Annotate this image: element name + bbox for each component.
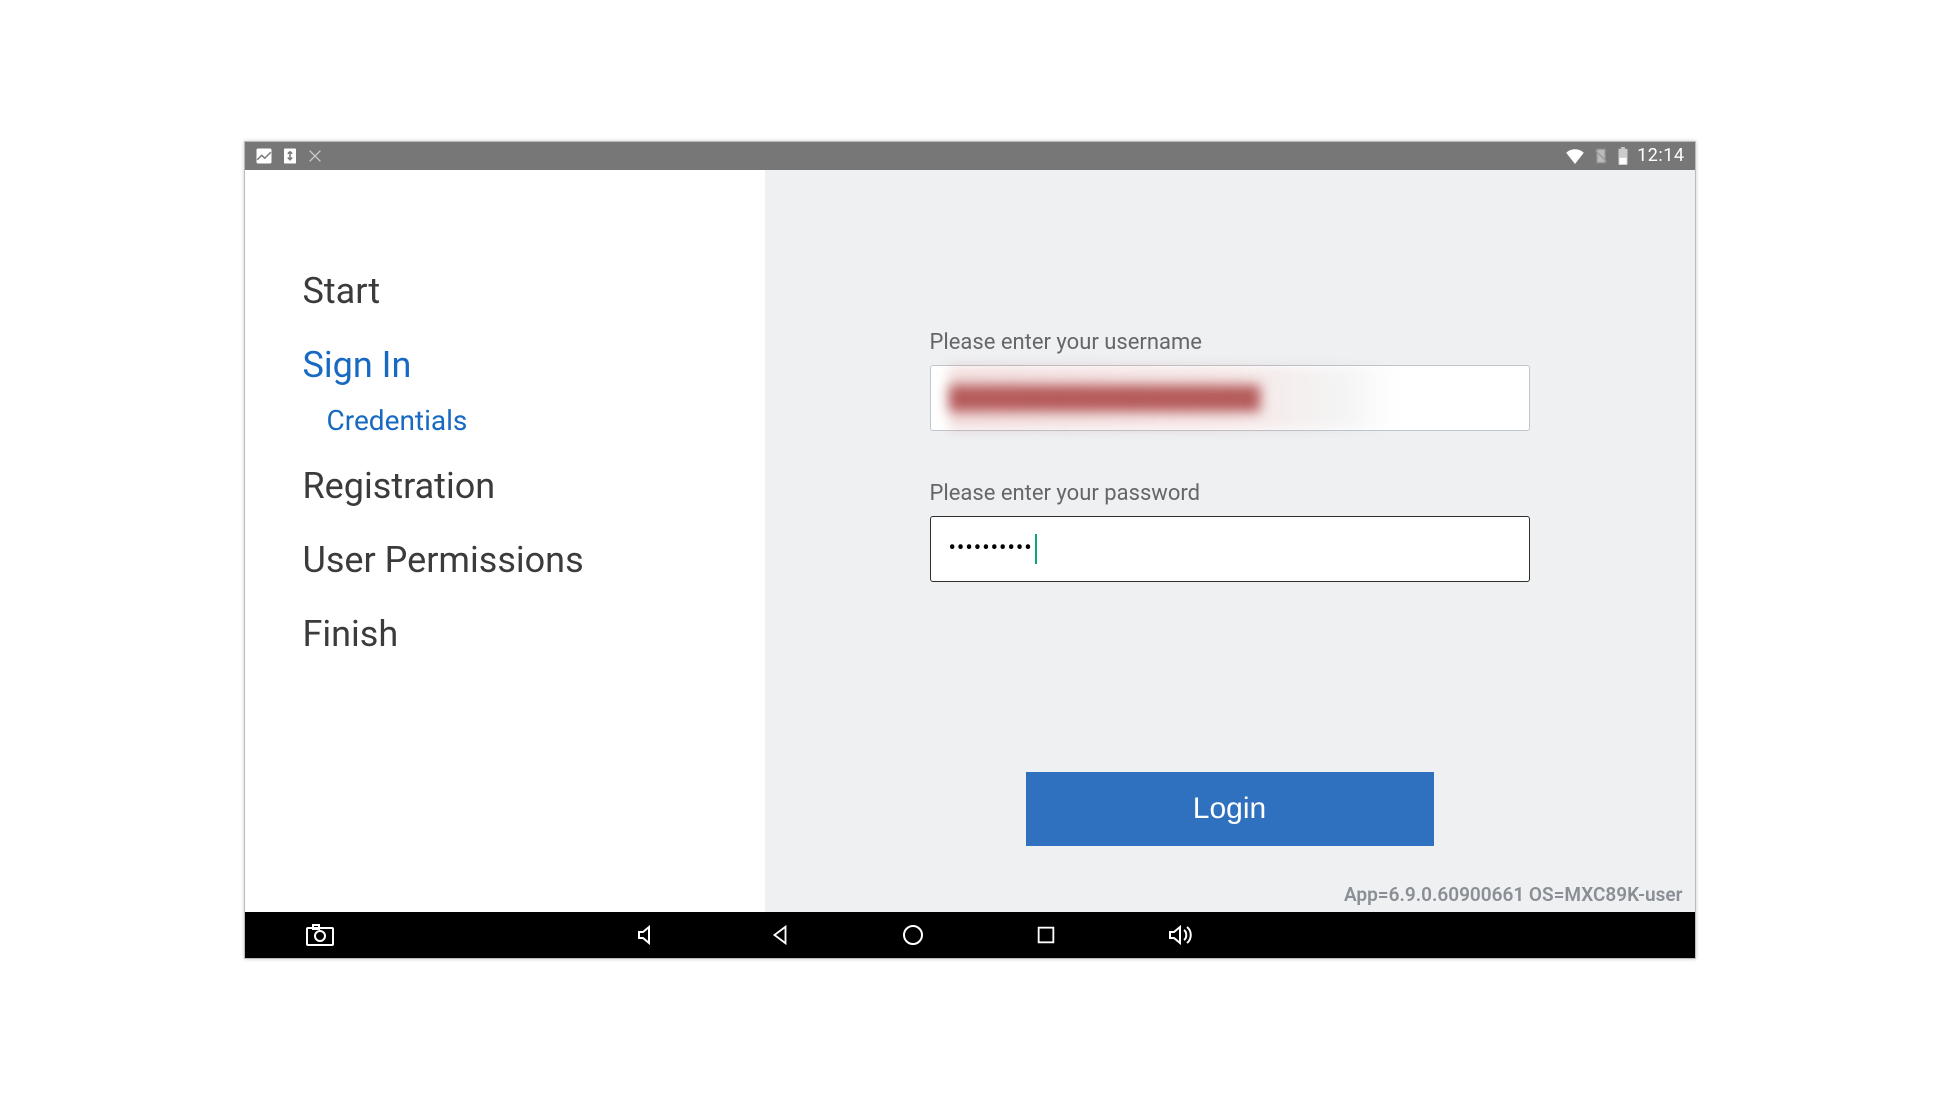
sidebar-item-registration[interactable]: Registration bbox=[303, 465, 765, 507]
login-button[interactable]: Login bbox=[1026, 772, 1434, 846]
version-label: App=6.9.0.60900661 OS=MXC89K-user bbox=[1344, 883, 1683, 906]
sidebar-item-finish[interactable]: Finish bbox=[303, 613, 765, 655]
no-sim-icon bbox=[1593, 147, 1609, 165]
recents-icon[interactable] bbox=[1035, 924, 1057, 946]
back-icon[interactable] bbox=[769, 924, 791, 946]
password-input[interactable]: •••••••••• bbox=[930, 516, 1530, 582]
camera-icon[interactable] bbox=[305, 923, 335, 947]
status-right-icons: 12:14 bbox=[1565, 145, 1684, 166]
volume-up-icon[interactable] bbox=[1167, 923, 1195, 947]
username-block: Please enter your username █████████████… bbox=[930, 330, 1530, 431]
status-time: 12:14 bbox=[1637, 145, 1684, 166]
password-label: Please enter your password bbox=[930, 481, 1530, 506]
sidebar-item-sign-in[interactable]: Sign In bbox=[303, 344, 765, 386]
sidebar-sub-credentials[interactable]: Credentials bbox=[327, 404, 765, 437]
username-input[interactable]: ████████████████████ bbox=[930, 365, 1530, 431]
wifi-icon bbox=[1565, 148, 1585, 164]
status-bar: 12:14 bbox=[245, 142, 1695, 170]
device-frame: 12:14 Start Sign In Credentials Registra… bbox=[244, 141, 1696, 959]
usb-icon bbox=[281, 147, 299, 165]
sidebar-item-user-permissions[interactable]: User Permissions bbox=[303, 539, 765, 581]
password-mask: •••••••••• bbox=[949, 536, 1033, 561]
sidebar: Start Sign In Credentials Registration U… bbox=[245, 170, 765, 912]
password-block: Please enter your password •••••••••• bbox=[930, 481, 1530, 582]
battery-icon bbox=[1617, 147, 1629, 165]
main-panel: Please enter your username █████████████… bbox=[765, 170, 1695, 912]
image-icon bbox=[255, 147, 273, 165]
volume-down-icon[interactable] bbox=[635, 923, 659, 947]
sidebar-item-start[interactable]: Start bbox=[303, 270, 765, 312]
content-area: Start Sign In Credentials Registration U… bbox=[245, 170, 1695, 912]
text-caret bbox=[1035, 534, 1037, 564]
scissors-icon bbox=[307, 148, 323, 164]
username-redacted: ████████████████████ bbox=[949, 366, 1511, 430]
status-left-icons bbox=[255, 147, 323, 165]
username-label: Please enter your username bbox=[930, 330, 1530, 355]
navigation-bar bbox=[245, 912, 1695, 958]
home-icon[interactable] bbox=[901, 923, 925, 947]
